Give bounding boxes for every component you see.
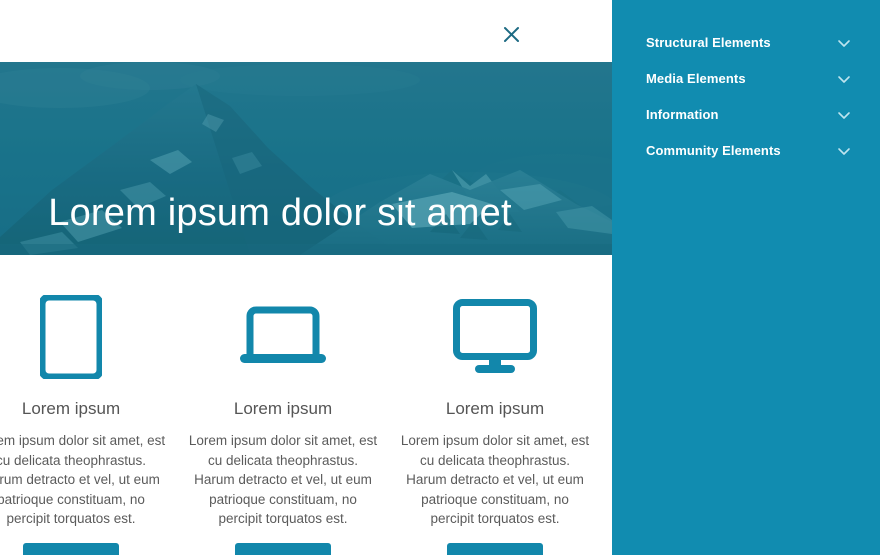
feature-card-laptop: Lorem ipsum Lorem ipsum dolor sit amet, …: [177, 255, 389, 555]
hero-banner: Lorem ipsum dolor sit amet: [0, 62, 612, 255]
feature-cta-button[interactable]: [235, 542, 331, 555]
desktop-monitor-icon: [395, 277, 595, 397]
sidebar-item-information[interactable]: Information: [612, 96, 880, 132]
chevron-down-icon[interactable]: [836, 107, 852, 123]
modal-panel: Lorem ipsum dolor sit amet Lorem ipsum L…: [0, 0, 612, 555]
feature-title: Lorem ipsum: [233, 399, 333, 418]
laptop-icon: [183, 277, 383, 397]
feature-button-wrap: [0, 542, 171, 555]
chevron-down-icon[interactable]: [836, 35, 852, 51]
page-root: Lorem ipsum dolor sit amet Lorem ipsum L…: [0, 0, 880, 555]
sidebar-item-label: Media Elements: [646, 70, 746, 86]
sidebar-item-structural-elements[interactable]: Structural Elements: [612, 24, 880, 60]
sidebar-item-community-elements[interactable]: Community Elements: [612, 132, 880, 168]
sidebar-item-media-elements[interactable]: Media Elements: [612, 60, 880, 96]
feature-title: Lorem ipsum: [21, 399, 121, 418]
feature-card-tablet: Lorem ipsum Lorem ipsum dolor sit amet, …: [0, 255, 177, 555]
tablet-icon: [0, 277, 171, 397]
close-icon[interactable]: [497, 20, 525, 48]
sidebar-item-label: Structural Elements: [646, 34, 771, 50]
feature-cta-button[interactable]: [23, 542, 119, 555]
chevron-down-icon[interactable]: [836, 71, 852, 87]
feature-cta-button[interactable]: [447, 542, 543, 555]
feature-columns: Lorem ipsum Lorem ipsum dolor sit amet, …: [0, 255, 612, 555]
sidebar-item-label: Community Elements: [646, 142, 781, 158]
sidebar-item-label: Information: [646, 106, 719, 122]
feature-button-wrap: [183, 542, 383, 555]
modal-header: [0, 0, 612, 62]
feature-body-text: Lorem ipsum dolor sit amet, est cu delic…: [0, 433, 166, 526]
sidebar: Structural Elements Media Elements Infor…: [612, 0, 880, 555]
feature-body-text: Lorem ipsum dolor sit amet, est cu delic…: [188, 433, 378, 526]
feature-button-wrap: [395, 542, 595, 555]
feature-title: Lorem ipsum: [445, 399, 545, 418]
feature-body-text: Lorem ipsum dolor sit amet, est cu delic…: [400, 433, 590, 526]
feature-card-desktop: Lorem ipsum Lorem ipsum dolor sit amet, …: [389, 255, 601, 555]
chevron-down-icon[interactable]: [836, 143, 852, 159]
hero-title: Lorem ipsum dolor sit amet: [48, 192, 512, 234]
